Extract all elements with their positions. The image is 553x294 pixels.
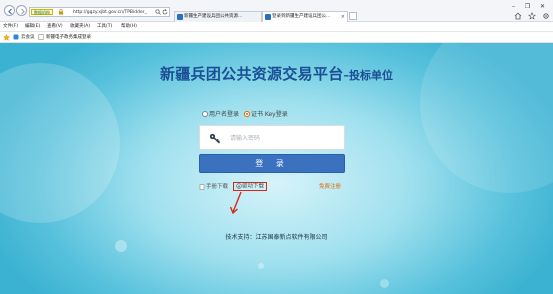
tech-support-text: 技术支持：江苏国泰新点软件有限公司 — [225, 234, 328, 241]
username-login-label[interactable]: 用户名登录 — [209, 109, 239, 118]
favorites-bar: 云会议 新疆电子政务集成登录 — [0, 32, 553, 43]
menu-file[interactable]: 文件(F) — [3, 24, 18, 30]
menu-favorites[interactable]: 收藏夹(A) — [70, 24, 90, 30]
address-bar[interactable]: 数据机构 http://ggzy.xjbt.gov.cn/TPBidder_ — [29, 7, 170, 17]
login-button[interactable]: 登 录 — [199, 154, 345, 173]
page-icon — [38, 34, 44, 40]
meeting-icon — [13, 34, 19, 40]
driver-download-label: 驱动下载 — [242, 183, 265, 190]
favorite-label: 新疆电子政务集成登录 — [46, 35, 91, 40]
menu-bar: 文件(F) 编辑(E) 查看(V) 收藏夹(A) 工具(T) 帮助(H) — [0, 22, 553, 32]
lock-icon — [59, 9, 63, 15]
home-icon[interactable] — [514, 12, 522, 20]
tab-label: 登录到新疆生产建设兵团公... — [272, 14, 331, 19]
background-decoration — [115, 240, 127, 252]
gear-icon[interactable] — [542, 12, 550, 20]
forward-arrow-icon — [21, 8, 25, 15]
login-method-selector: 用户名登录 证书 Key登录 — [202, 109, 291, 119]
site-favicon-icon — [265, 14, 271, 20]
manual-download-label: 手册下载 — [206, 184, 229, 190]
back-button[interactable] — [4, 5, 15, 16]
minimize-button[interactable]: – — [508, 2, 519, 11]
site-title-main: 新疆兵团公共资源交易平台 — [159, 65, 344, 83]
document-icon — [199, 183, 205, 190]
key-icon — [209, 133, 220, 144]
star-icon[interactable] — [528, 12, 536, 20]
favorite-label: 云会议 — [21, 35, 35, 40]
background-decoration — [380, 279, 389, 288]
menu-view[interactable]: 查看(V) — [47, 24, 63, 30]
background-decoration — [258, 263, 264, 269]
username-login-radio[interactable] — [202, 110, 208, 117]
page-title: 新疆兵团公共资源交易平台–投标单位 — [0, 63, 553, 84]
favorite-item[interactable]: 云会议 — [13, 34, 35, 41]
maximize-button[interactable]: ❐ — [522, 2, 533, 11]
pin-field[interactable] — [199, 125, 345, 150]
menu-tools[interactable]: 工具(T) — [97, 24, 112, 30]
certificate-badge[interactable]: 数据机构 — [31, 9, 53, 15]
close-button[interactable]: ✕ — [537, 2, 548, 11]
refresh-icon[interactable] — [162, 9, 168, 15]
menu-help[interactable]: 帮助(H) — [121, 24, 137, 30]
cert-key-login-label[interactable]: 证书 Key登录 — [251, 109, 288, 118]
favorite-item[interactable]: 新疆电子政务集成登录 — [38, 34, 91, 41]
menu-edit[interactable]: 编辑(E) — [25, 24, 40, 30]
new-tab-icon[interactable] — [349, 12, 357, 20]
tab-home[interactable]: 新疆生产建设兵团公共资源... — [174, 11, 262, 22]
search-icon[interactable] — [155, 9, 161, 15]
manual-download-link[interactable]: 手册下载 — [199, 183, 228, 191]
pin-input[interactable] — [230, 131, 330, 145]
address-url[interactable]: http://ggzy.xjbt.gov.cn/TPBidder_ — [73, 9, 147, 16]
tab-close-icon[interactable]: × — [341, 12, 345, 22]
site-title-sub: –投标单位 — [343, 69, 394, 82]
forward-button[interactable] — [16, 5, 27, 16]
background-decoration — [0, 63, 120, 223]
tab-login[interactable]: 登录到新疆生产建设兵团公... × — [262, 11, 348, 22]
login-page: 新疆兵团公共资源交易平台–投标单位 用户名登录 证书 Key登录 登 录 手册下… — [0, 43, 553, 294]
site-favicon-icon — [177, 14, 183, 20]
driver-download-link[interactable]: 驱动下载 — [233, 182, 268, 191]
tab-label: 新疆生产建设兵团公共资源... — [184, 14, 243, 19]
favorites-star-icon[interactable] — [3, 34, 10, 41]
annotation-arrow — [230, 191, 242, 215]
back-arrow-icon — [8, 8, 12, 15]
browser-titlebar: 数据机构 http://ggzy.xjbt.gov.cn/TPBidder_ 新… — [0, 0, 553, 22]
cert-key-login-radio[interactable] — [243, 110, 250, 117]
free-register-link[interactable]: 免费注册 — [319, 183, 341, 191]
